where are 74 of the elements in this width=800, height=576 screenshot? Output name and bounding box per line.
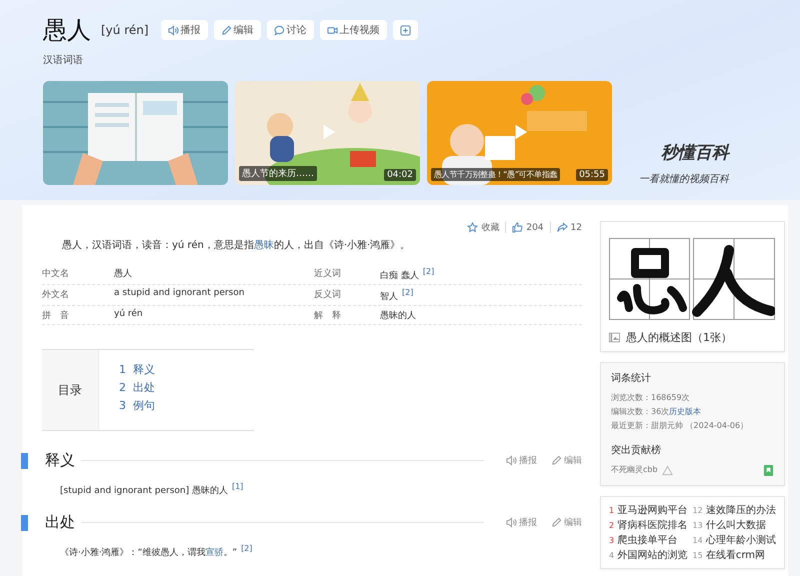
info-value: a stupid and ignorant person [114,288,246,300]
info-value: 愚昧的人 [380,310,417,322]
info-value: 愚人 [114,268,133,281]
share-button[interactable]: 12 [556,222,582,233]
speaker-icon [506,517,517,528]
video-caption: 愚人节的来历…… [239,166,317,181]
summary-paragraph: 愚人，汉语词语，读音：yú rén，意思是指愚昧的人，出自《诗·小雅·鸿雁》。 [62,238,412,252]
category-label: 汉语词语 [43,54,84,67]
contributors-title: 突出贡献榜 [611,444,662,457]
toc-link[interactable]: 3 例句 [119,398,155,413]
stats-line: 编辑次数：36次历史版本 [611,406,702,418]
section-marker [21,452,28,468]
entry-title: 愚人 [43,15,91,46]
brand-logo: 秒懂百科 [661,142,729,164]
pencil-icon [551,517,562,528]
trending-link[interactable]: 13 什么叫大数据 [692,518,776,532]
speak-button[interactable]: 播报 [498,454,537,467]
trending-link[interactable]: 4 外国网站的浏览 [609,548,692,562]
pencil-icon [220,24,232,36]
speaker-icon [506,455,517,466]
stats-title: 词条统计 [611,372,652,385]
video-camera-icon [326,24,338,36]
info-label: 反义词 [314,288,342,302]
info-label: 近义词 [314,268,342,281]
info-label: 拼 音 [42,310,70,322]
info-value: yú rén [114,309,144,321]
add-button[interactable] [392,20,418,40]
section-marker [21,514,28,530]
stats-line: 最近更新：甜朋元帅 （2024-04-06） [611,420,750,432]
pencil-icon [551,455,562,466]
action-button[interactable]: 上传视频 [320,20,387,40]
favorite-button[interactable]: 收藏 [467,221,500,234]
trending-link[interactable]: 1 亚马逊网购平台 [609,503,692,517]
image-caption[interactable]: 愚人的概述图（1张） [626,330,732,345]
toc-link[interactable]: 2 出处 [119,380,155,395]
video-duration: 04:02 [384,169,416,181]
section-paragraph: [stupid and ignorant person] 愚昧的人 $^{[1]}$ [60,482,244,497]
edit-button[interactable]: 编辑 [543,454,582,467]
section-heading: 出处 [45,513,75,532]
section-paragraph: 《诗·小雅·鸿雁》：“维彼愚人，谓我宣骄。” $^{[2]}$ [60,544,254,559]
speak-button[interactable]: 播报 [498,516,537,529]
image-icon [609,332,620,343]
warning-icon [662,464,673,476]
section-heading: 释义 [45,451,75,470]
trending-link[interactable]: 15 在线看crm网 [692,548,776,562]
star-icon [467,222,478,233]
speaker-icon [168,24,179,36]
action-button[interactable]: 编辑 [214,20,261,40]
edit-button[interactable]: 编辑 [543,516,582,529]
bookmark-icon [763,464,774,476]
action-button[interactable]: 讨论 [266,20,314,40]
toc-link[interactable]: 1 释义 [119,362,155,377]
thumbs-up-icon [512,222,524,233]
brand-slogan: 一看就懂的视频百科 [639,172,729,186]
toc-title: 目录 [58,382,82,398]
pinyin: [yú rén] [101,23,149,37]
like-button[interactable]: 204 [512,222,544,233]
trending-link[interactable]: 12 速效降压的办法 [692,503,776,517]
share-arrow-icon [556,222,568,233]
trending-link[interactable]: 14 心理年龄小测试 [692,533,776,547]
speech-bubble-icon [274,24,285,36]
video-caption: 愚人节千万别整蛊！“愚”可不单指蠢 [431,168,560,181]
stats-line: 浏览次数：168659次 [611,392,691,404]
trending-link[interactable]: 2 肾病科医院排名 [609,518,692,532]
video-duration: 05:55 [576,169,608,181]
action-button[interactable]: 播报 [160,20,208,40]
info-label: 外文名 [42,288,70,302]
trending-link[interactable]: 3 爬虫接单平台 [609,533,692,547]
info-label: 中文名 [42,268,70,281]
plus-icon [400,24,411,36]
info-value: 智人 $^{[2]}$ [380,288,414,303]
info-value: 白痴 蠢人 $^{[2]}$ [380,267,436,282]
contributor-name[interactable]: 不死幽灵cbb [611,463,658,477]
info-label: 解 释 [314,310,342,322]
